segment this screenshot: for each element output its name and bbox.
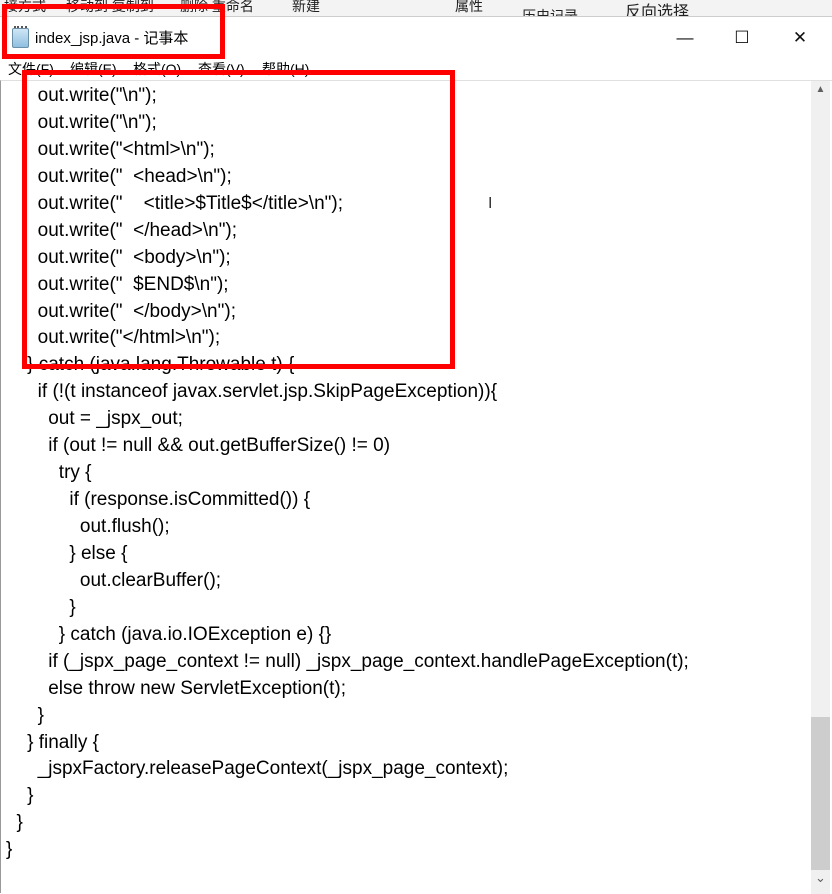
code-line: if (_jspx_page_context != null) _jspx_pa… (6, 650, 689, 672)
ribbon-text: 历史记录 (522, 8, 578, 16)
minimize-button[interactable]: — (662, 23, 708, 53)
code-line: } else { (6, 542, 128, 564)
code-line: } finally { (6, 731, 99, 753)
code-line: out.write(" <body>\n"); (6, 246, 231, 268)
ribbon-text: 新建 (292, 0, 320, 14)
menu-bar: 文件(F) 编辑(E) 格式(O) 查看(V) 帮助(H) (0, 57, 832, 80)
code-line: out.clearBuffer(); (6, 569, 222, 591)
code-line: out = _jspx_out; (6, 408, 183, 430)
code-line: out.write(" </head>\n"); (6, 219, 238, 241)
code-text[interactable]: out.write("\n"); out.write("\n"); out.wr… (6, 83, 689, 864)
menu-edit[interactable]: 编辑(E) (70, 59, 117, 79)
ribbon-text: 属性 (455, 0, 483, 14)
code-line: if (response.isCommitted()) { (6, 489, 311, 511)
code-line: } (6, 785, 34, 807)
code-line: try { (6, 462, 92, 484)
maximize-button[interactable]: ☐ (719, 23, 765, 53)
code-line: else throw new ServletException(t); (6, 677, 347, 699)
code-line: out.write(" </body>\n"); (6, 300, 236, 322)
ribbon-text: 删除 重命名 (180, 0, 254, 14)
code-line: } catch (java.lang.Throwable t) { (6, 354, 295, 376)
code-line: } (6, 596, 76, 618)
code-line: out.write(" $END$\n"); (6, 273, 229, 295)
code-line: out.flush(); (6, 516, 170, 537)
ribbon-text: 接方式 (4, 0, 46, 14)
text-editor[interactable]: out.write("\n"); out.write("\n"); out.wr… (0, 80, 832, 894)
title-bar: index_jsp.java - 记事本 — ☐ ✕ (0, 16, 832, 57)
vertical-scrollbar[interactable]: ▲ ⌄ (811, 81, 830, 894)
code-line: } (6, 812, 23, 834)
notepad-icon (12, 26, 29, 48)
menu-file[interactable]: 文件(F) (8, 59, 54, 79)
close-button[interactable]: ✕ (777, 23, 823, 53)
code-line: } (6, 839, 13, 861)
code-line: out.write(" <title>$Title$</title>\n"); (6, 192, 343, 214)
code-line: _jspxFactory.releasePageContext(_jspx_pa… (6, 758, 509, 780)
menu-format[interactable]: 格式(O) (133, 59, 181, 79)
window-title: index_jsp.java - 记事本 (35, 30, 189, 47)
scroll-down-icon[interactable]: ⌄ (811, 869, 830, 886)
menu-help[interactable]: 帮助(H) (262, 59, 309, 79)
code-line: out.write("\n"); (6, 111, 157, 133)
code-line: if (out != null && out.getBufferSize() !… (6, 435, 391, 457)
scrollbar-thumb[interactable] (811, 717, 830, 870)
code-line: } (6, 704, 45, 726)
code-line: out.write("<html>\n"); (6, 138, 215, 160)
code-line: } catch (java.io.IOException e) {} (6, 623, 332, 645)
menu-view[interactable]: 查看(V) (198, 59, 245, 79)
code-line: out.write(" <head>\n"); (6, 165, 232, 187)
code-line: if (!(t instanceof javax.servlet.jsp.Ski… (6, 381, 498, 403)
scroll-up-icon[interactable]: ▲ (811, 81, 830, 98)
background-explorer-ribbon: 接方式 移动到 复制到 删除 重命名 新建 属性 历史记录 反向选择 (0, 0, 832, 16)
code-line: out.write("\n"); (6, 85, 157, 106)
ribbon-text: 反向选择 (625, 4, 690, 16)
text-cursor-icon: I (488, 195, 493, 212)
code-line: out.write("</html>\n"); (6, 327, 221, 349)
ribbon-text: 移动到 复制到 (66, 0, 154, 14)
